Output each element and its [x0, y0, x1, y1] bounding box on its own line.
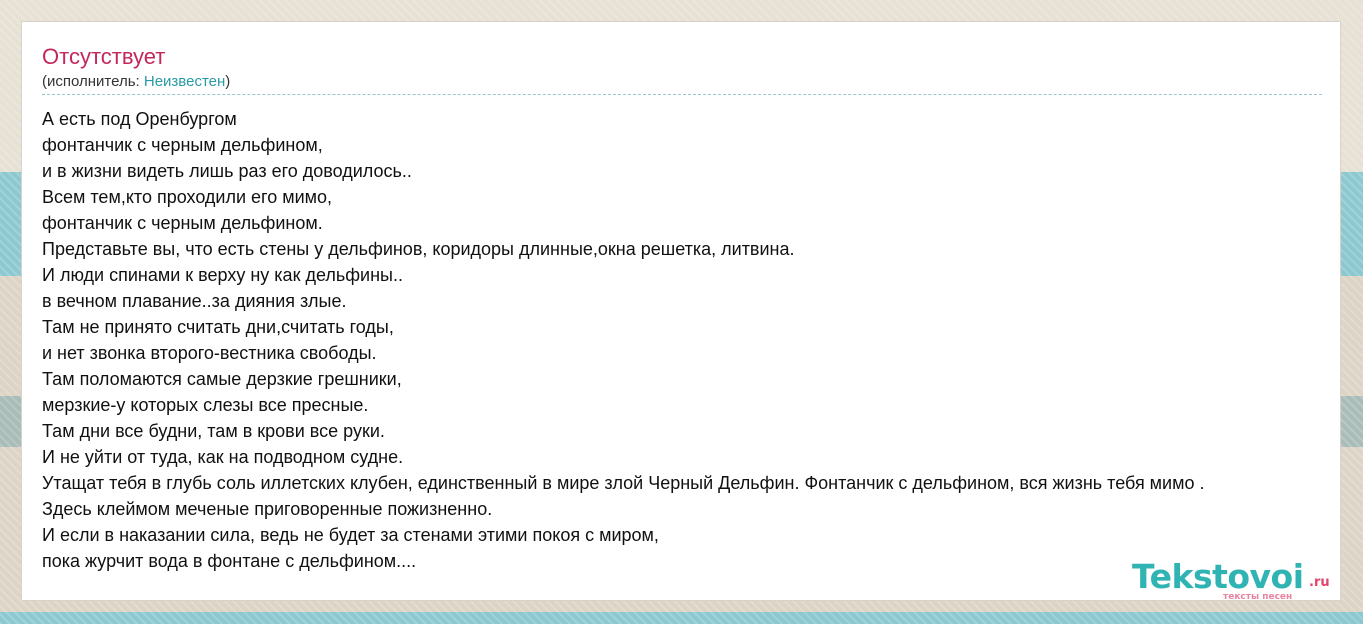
- lyrics-card: Отсутствует (исполнитель: Неизвестен) А …: [21, 21, 1341, 601]
- artist-suffix: ): [225, 73, 231, 90]
- logo-tagline: тексты песен: [1223, 592, 1293, 601]
- divider: [42, 94, 1322, 95]
- artist-link[interactable]: Неизвестен: [144, 73, 225, 90]
- lyric-line: Всем тем,кто проходили его мимо,: [42, 187, 333, 207]
- lyric-line: фонтанчик с черным дельфином.: [42, 213, 323, 233]
- lyric-line: мерзкие-у которых слезы все пресные.: [42, 395, 369, 415]
- artist-line: (исполнитель: Неизвестен): [42, 73, 230, 91]
- artist-prefix: (исполнитель:: [42, 73, 144, 90]
- lyrics-text: А есть под Оренбургом фонтанчик с черным …: [42, 106, 1340, 574]
- lyric-line: и нет звонка второго-вестника свободы.: [42, 343, 377, 363]
- lyric-line: Утащат тебя в глубь соль иллетских клубе…: [42, 473, 1205, 493]
- lyric-line: Здесь клеймом меченые приговоренные пожи…: [42, 499, 493, 519]
- lyric-line: Там поломаются самые дерзкие грешники,: [42, 369, 402, 389]
- lyric-line: фонтанчик с черным дельфином,: [42, 135, 323, 155]
- lyric-line: И люди спинами к верху ну как дельфины..: [42, 265, 403, 285]
- song-title: Отсутствует: [42, 44, 166, 69]
- lyric-line: Представьте вы, что есть стены у дельфин…: [42, 239, 795, 259]
- lyric-line: Там дни все будни, там в крови все руки.: [42, 421, 385, 441]
- lyric-line: И если в наказании сила, ведь не будет з…: [42, 525, 659, 545]
- logo-name: Tekstovoi: [1132, 557, 1304, 596]
- lyric-line: Там не принято считать дни,считать годы,: [42, 317, 394, 337]
- lyric-line: в вечном плавание..за дияния злые.: [42, 291, 347, 311]
- lyric-line: и в жизни видеть лишь раз его доводилось…: [42, 161, 412, 181]
- logo-tld: .ru: [1309, 575, 1330, 590]
- lyric-line: И не уйти от туда, как на подводном судн…: [42, 447, 404, 467]
- site-logo[interactable]: Tekstovoi .ru тексты песен: [1132, 557, 1340, 601]
- lyric-line: А есть под Оренбургом: [42, 109, 237, 129]
